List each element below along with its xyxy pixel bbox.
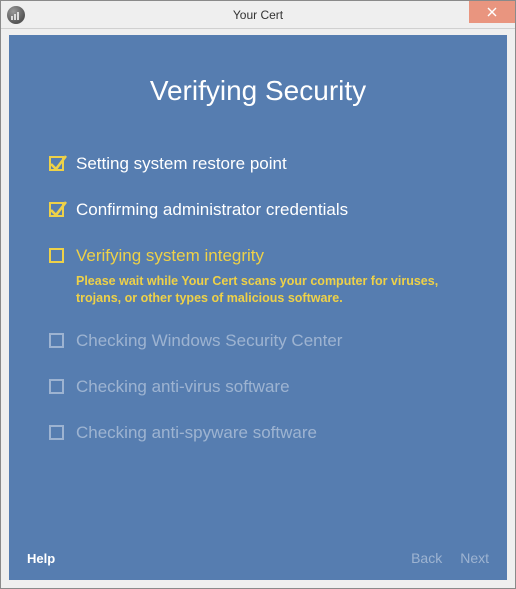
step-security-center: Checking Windows Security Center (49, 329, 467, 353)
titlebar[interactable]: Your Cert (1, 1, 515, 29)
wizard-footer: Help Back Next (9, 536, 507, 580)
step-label: Checking anti-spyware software (76, 421, 467, 445)
close-button[interactable] (469, 1, 515, 23)
app-icon (7, 6, 25, 24)
close-icon (487, 7, 497, 17)
step-label: Checking Windows Security Center (76, 329, 467, 353)
step-antispyware: Checking anti-spyware software (49, 421, 467, 445)
checkbox-icon (49, 202, 64, 217)
back-button[interactable]: Back (411, 550, 442, 566)
step-admin-credentials: Confirming administrator credentials (49, 198, 467, 222)
step-label: Setting system restore point (76, 152, 467, 176)
step-antivirus: Checking anti-virus software (49, 375, 467, 399)
checkmark-icon (48, 199, 68, 219)
step-label: Verifying system integrity (76, 244, 467, 268)
wizard-content: Verifying Security Setting system restor… (9, 35, 507, 580)
steps-list: Setting system restore point Confirming … (9, 152, 507, 445)
window-title: Your Cert (233, 8, 283, 22)
step-description: Please wait while Your Cert scans your c… (76, 273, 467, 307)
step-system-integrity: Verifying system integrity Please wait w… (49, 244, 467, 308)
checkmark-icon (48, 153, 68, 173)
page-title: Verifying Security (9, 75, 507, 107)
checkbox-icon (49, 425, 64, 440)
checkbox-icon (49, 248, 64, 263)
step-label: Checking anti-virus software (76, 375, 467, 399)
checkbox-icon (49, 333, 64, 348)
window-frame: Your Cert Verifying Security Setting sys… (0, 0, 516, 589)
step-label: Confirming administrator credentials (76, 198, 467, 222)
help-link[interactable]: Help (27, 551, 55, 566)
checkbox-icon (49, 156, 64, 171)
step-restore-point: Setting system restore point (49, 152, 467, 176)
next-button[interactable]: Next (460, 550, 489, 566)
checkbox-icon (49, 379, 64, 394)
